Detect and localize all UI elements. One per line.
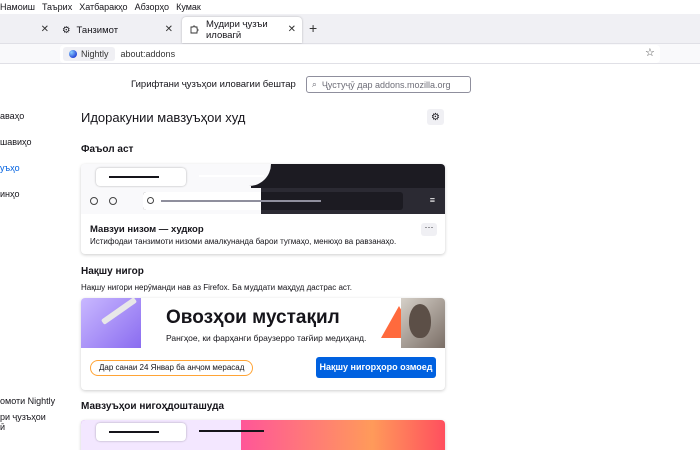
banner-pen-image	[81, 298, 141, 348]
colorways-description: Нақшу нигори нерӯманди нав аз Firefox. Б…	[81, 283, 352, 292]
identity-box[interactable]: Nightly	[63, 47, 115, 61]
active-theme-card[interactable]: ≡ Мавзуи низом — худкор Истифодаи танзим…	[81, 164, 445, 254]
search-label: Гирифтани ҷузъҳои иловагии бештар	[131, 79, 296, 90]
theme-description: Истифодаи танзимоти низоми амалкунанда б…	[90, 237, 397, 246]
section-heading-saved: Мавзуъҳои нигоҳдошташуда	[81, 401, 225, 412]
new-tab-button[interactable]: +	[309, 20, 317, 36]
sidebar-item-nightly-settings[interactable]: омоти Nightly	[0, 396, 55, 406]
menu-item[interactable]: Абзорҳо	[135, 2, 170, 12]
menu-item[interactable]: Хатбаракҳо	[79, 2, 127, 12]
sidebar-item-addons-support[interactable]: ри ҷузъҳои	[0, 412, 46, 422]
nightly-logo-icon	[69, 50, 77, 58]
more-options-button[interactable]: ···	[421, 223, 437, 236]
banner-title: Овозҳои мустақил	[166, 307, 340, 328]
sidebar-item-plugins[interactable]: инҳо	[0, 189, 20, 199]
saved-theme-preview-image	[81, 420, 445, 450]
url-text[interactable]: about:addons	[121, 49, 176, 59]
close-icon[interactable]: ✕	[288, 24, 296, 35]
saved-theme-card[interactable]	[81, 420, 445, 450]
nav-bar: Nightly about:addons	[0, 44, 700, 64]
menu-item[interactable]: Кумак	[176, 2, 201, 12]
menu-item[interactable]: Намоиш	[0, 2, 35, 12]
menu-bar: Намоиш Таърих Хатбаракҳо Абзорҳо Кумак	[0, 0, 700, 14]
search-placeholder: Ҷустуҷӯ дар addons.mozilla.org	[321, 79, 451, 90]
banner-subtitle: Рангҳое, ки фарҳанги браузерро тағйир ме…	[166, 333, 367, 343]
sidebar-item-themes[interactable]: уъҳо	[0, 163, 20, 173]
theme-preview-image: ≡	[81, 164, 445, 214]
search-input[interactable]: ⌕ Ҷустуҷӯ дар addons.mozilla.org	[305, 76, 471, 93]
tab-addons-manager[interactable]: Мудири ҷузъи иловагӣ ✕	[182, 17, 302, 43]
tab-label: Танзимот	[76, 24, 119, 36]
tab-strip: ✕ ⚙ Танзимот ✕ Мудири ҷузъи иловагӣ ✕ +	[0, 14, 700, 44]
identity-label: Nightly	[81, 49, 109, 59]
sidebar-item-recommendations[interactable]: шавиҳо	[0, 137, 32, 147]
theme-title: Мавзуи низом — худкор	[90, 224, 204, 235]
colorways-card: Овозҳои мустақил Рангҳое, ки фарҳанги бр…	[81, 298, 445, 390]
sidebar-item-extensions[interactable]: аваҳо	[0, 111, 24, 121]
colorways-banner: Овозҳои мустақил Рангҳое, ки фарҳанги бр…	[81, 298, 445, 348]
search-row: Гирифтани ҷузъҳои иловагии бештар ⌕ Ҷуст…	[131, 76, 471, 93]
section-heading-active: Фаъол аст	[81, 144, 134, 155]
tab-settings[interactable]: ⚙ Танзимот ✕	[57, 17, 179, 43]
puzzle-icon	[190, 24, 200, 37]
close-icon[interactable]: ✕	[41, 24, 49, 35]
menu-item[interactable]: Таърих	[42, 2, 72, 12]
page-title: Идоракунии мавзуъҳои худ	[81, 110, 246, 125]
expiry-badge: Дар санаи 24 Январ ба анҷом мерасад	[90, 360, 254, 376]
sidebar: аваҳо шавиҳо уъҳо инҳо омоти Nightly ри …	[0, 64, 60, 450]
gear-icon: ⚙	[62, 24, 71, 36]
search-icon: ⌕	[311, 79, 317, 89]
section-heading-colorways: Нақшу нигор	[81, 266, 144, 277]
explore-colorways-button[interactable]: Нақшу нигорҳоро озмоед	[316, 357, 436, 378]
banner-face-image	[409, 304, 431, 338]
gear-icon[interactable]: ⚙	[427, 109, 444, 125]
bookmark-star-icon[interactable]: ☆	[645, 46, 655, 59]
tab-blank[interactable]: ✕	[0, 17, 55, 43]
url-bar[interactable]: Nightly about:addons	[60, 45, 660, 63]
close-icon[interactable]: ✕	[165, 24, 173, 35]
sidebar-item-addons-support-2: ӣ	[0, 422, 6, 432]
